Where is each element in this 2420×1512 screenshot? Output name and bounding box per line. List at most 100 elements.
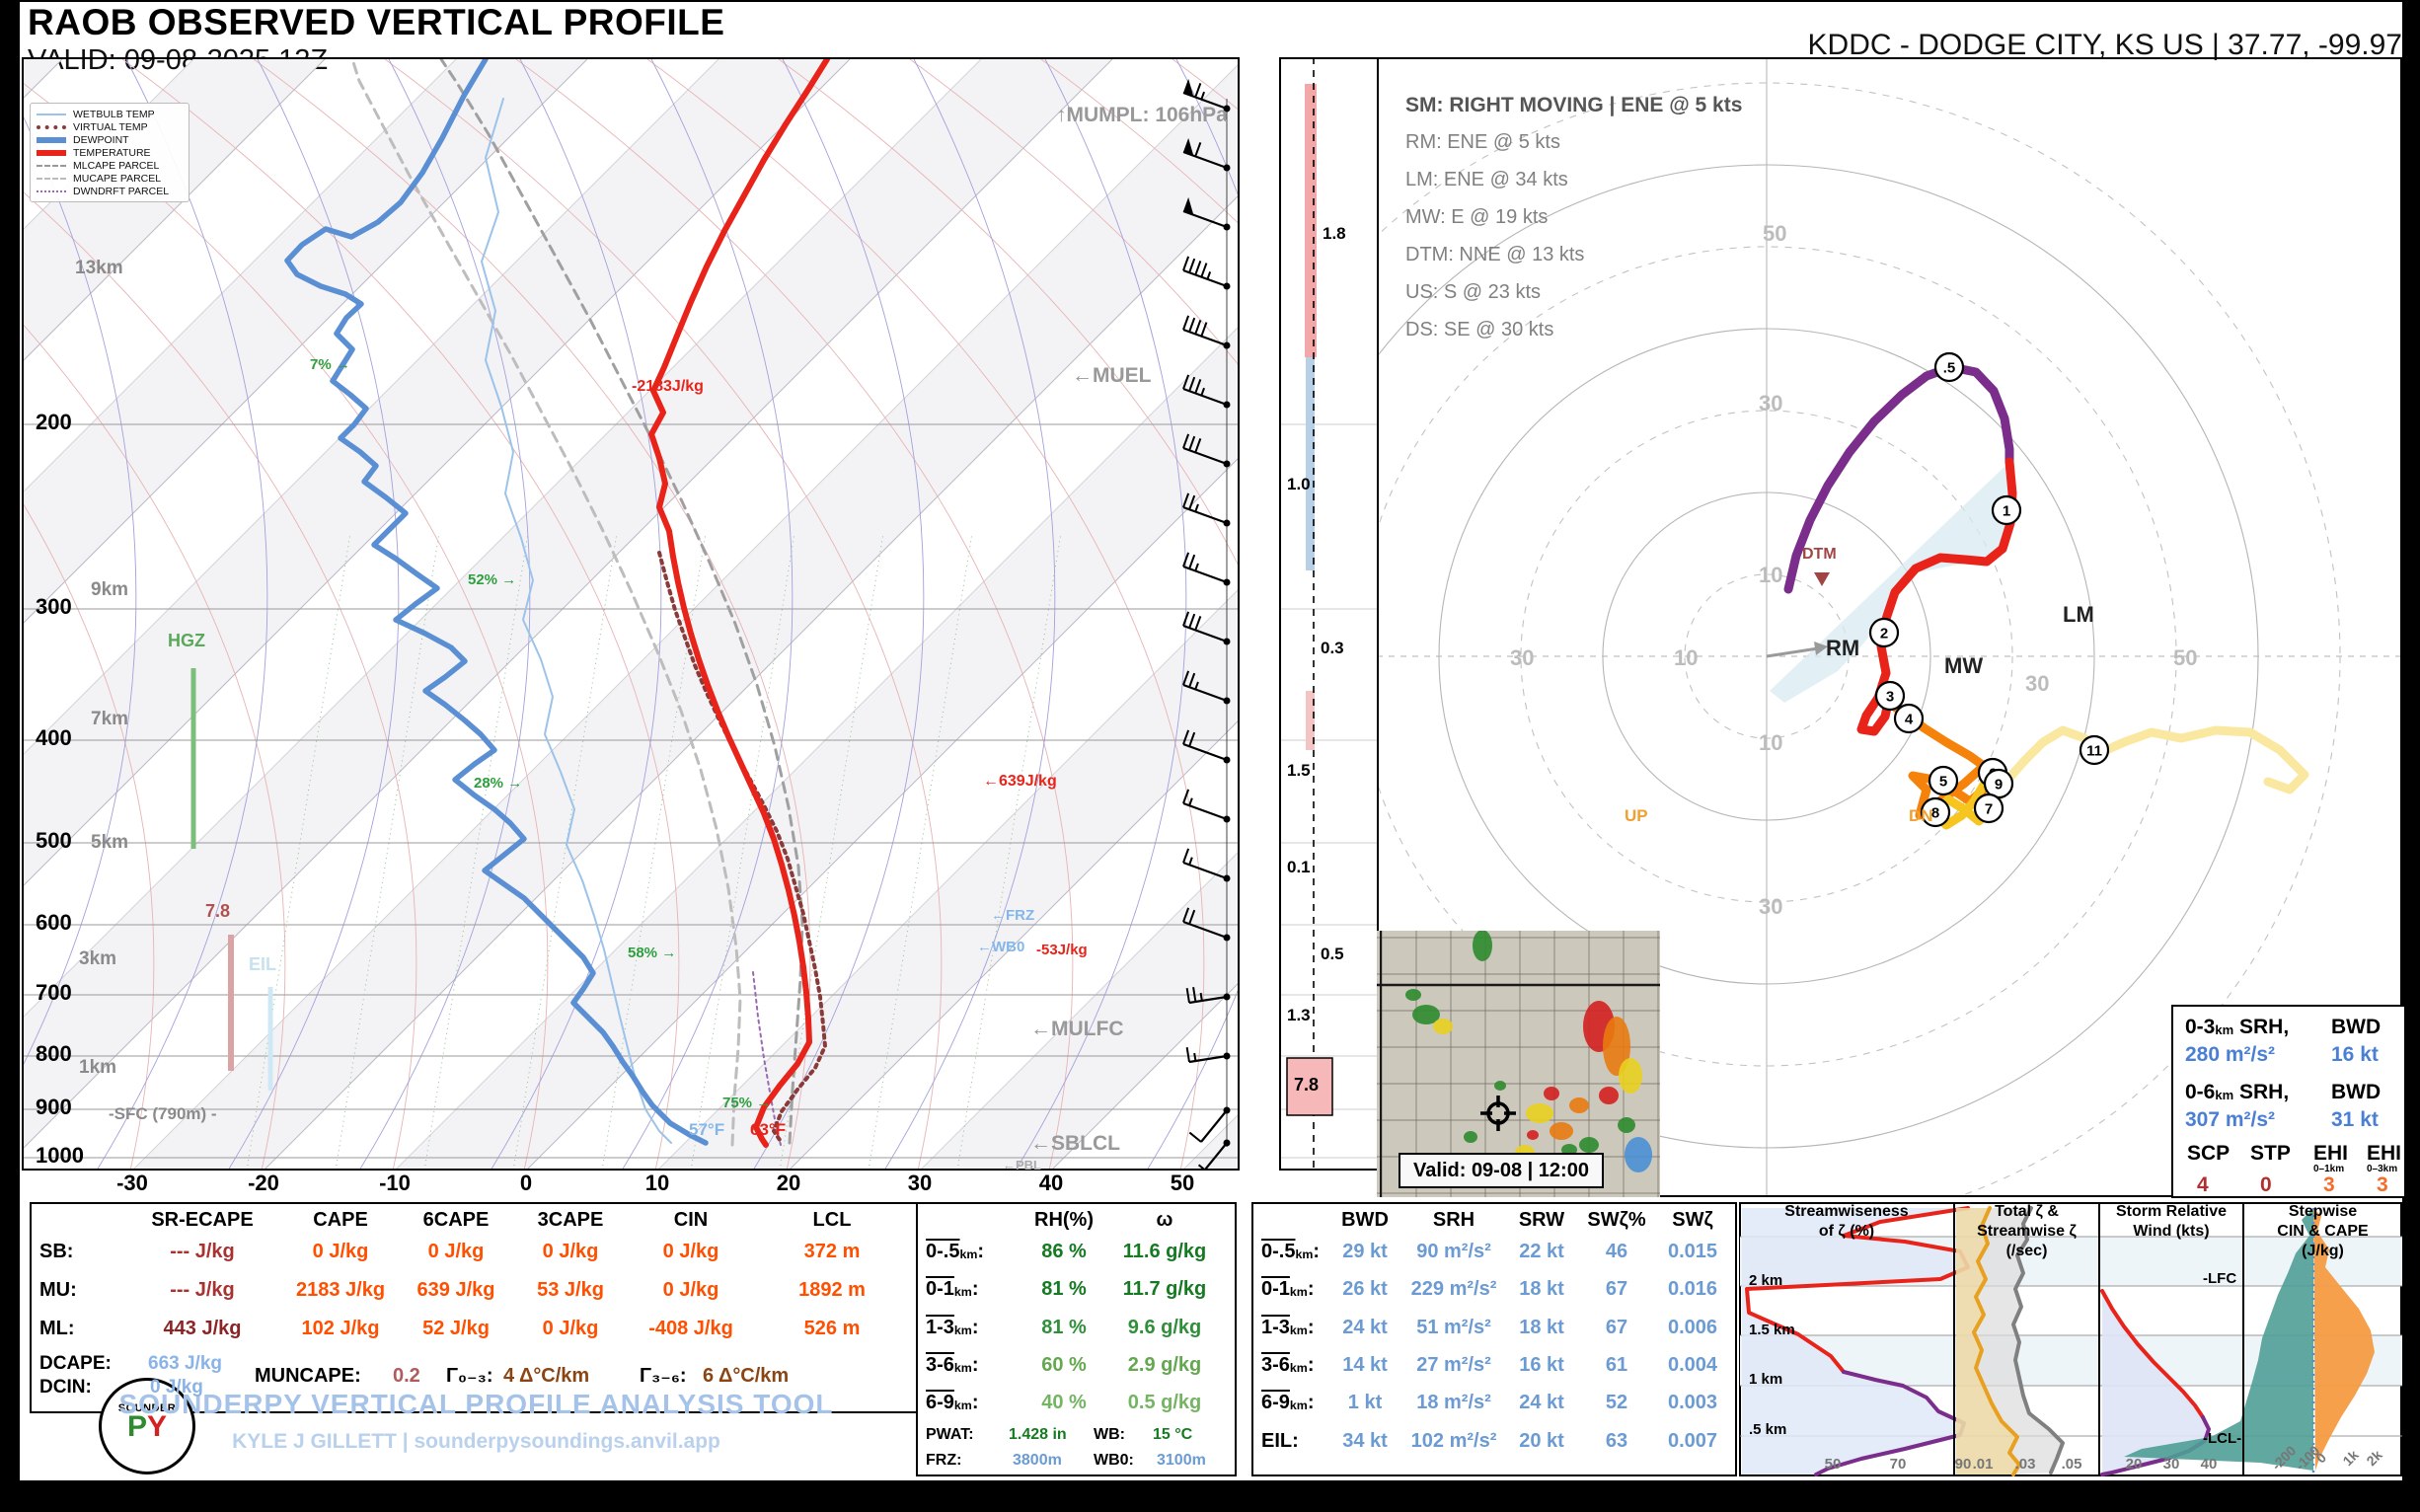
moisture-row-label: 1-3km:: [926, 1318, 979, 1338]
skewt-annotation: 75% →: [722, 1096, 771, 1111]
kin-col-header: SWζ%: [1587, 1210, 1645, 1231]
chart-side-label: -LFC: [2203, 1271, 2236, 1287]
kin-cell: 1 kt: [1348, 1393, 1382, 1413]
thermo-cell: 0 J/kg: [313, 1242, 369, 1262]
hodo-motion-label-rm: RM: [1826, 638, 1859, 660]
pressure-tick-label: 1000: [36, 1145, 84, 1168]
legend-item: DWNDRFT PARCEL: [37, 185, 183, 197]
rh-cell: 86 %: [1041, 1242, 1087, 1262]
radar-echo: [1544, 1087, 1559, 1100]
pressure-tick-label: 200: [36, 412, 72, 434]
kin-cell: 20 kt: [1519, 1431, 1564, 1452]
skewt-annotation: 52% →: [468, 572, 516, 588]
srh03-value: 280 m²/s²: [2185, 1044, 2275, 1066]
thermo-cell: 0 J/kg: [663, 1280, 719, 1301]
skewt-panel-border: [22, 57, 1240, 1171]
thermo-cell: 102 J/kg: [302, 1319, 380, 1339]
index-value: 3: [2323, 1174, 2335, 1196]
radar-echo: [1433, 1019, 1453, 1034]
muncape-label: MUNCAPE:: [255, 1366, 361, 1387]
legend-item: MUCAPE PARCEL: [37, 172, 183, 185]
hodo-ring-label: 30: [1510, 647, 1534, 670]
pressure-tick-label: 800: [36, 1043, 72, 1066]
storm-motion-text-line: RM: ENE @ 5 kts: [1405, 132, 1560, 153]
kin-cell: 0.006: [1668, 1318, 1717, 1338]
bwd06-header: BWD: [2331, 1082, 2381, 1103]
kin-cell: 0.004: [1668, 1355, 1717, 1376]
thermo-cell: 0 J/kg: [428, 1242, 485, 1262]
skewt-annotation: ←MULFC: [1030, 1019, 1123, 1040]
hodo-ring-label: 30: [1759, 896, 1782, 919]
pwat-label: PWAT:: [926, 1427, 974, 1444]
sfc-label: -SFC (790m) -: [109, 1105, 217, 1123]
strip-label: 0.3: [1321, 640, 1344, 657]
chart-height-label: 2 km: [1749, 1273, 1782, 1289]
hodo-ring-label: 50: [1763, 223, 1786, 246]
thermo-cell: 0 J/kg: [543, 1319, 599, 1339]
strip-label: 0.5: [1321, 945, 1344, 963]
legend-sample-mlcape: [37, 165, 66, 167]
height-label: 3km: [79, 949, 116, 969]
moisture-row-label: 6-9km:: [926, 1393, 979, 1413]
rh-cell: 81 %: [1041, 1279, 1087, 1300]
temp-tick-label: 50: [1171, 1172, 1194, 1195]
strip-label: 1.3: [1287, 1007, 1311, 1024]
skewt-annotation: EIL: [249, 955, 276, 974]
kin-cell: 51 m²/s²: [1416, 1318, 1491, 1338]
thermo-cell: --- J/kg: [170, 1242, 235, 1262]
kin-cell: 229 m²/s²: [1411, 1279, 1497, 1300]
kin-cell: 18 kt: [1519, 1279, 1564, 1300]
legend-sample-virtual: [37, 125, 66, 129]
index-header-stp1: STP: [2250, 1143, 2291, 1165]
chart-x-tick: 70: [1890, 1457, 1907, 1473]
skewt-annotation: -2183J/kg: [632, 379, 704, 396]
bwd03-value: 16 kt: [2331, 1044, 2379, 1066]
legend-label: MLCAPE PARCEL: [73, 160, 159, 172]
kin-cell: 34 kt: [1342, 1431, 1388, 1452]
dcape-label: DCAPE:: [39, 1354, 112, 1374]
storm-motion-text-line: DTM: NNE @ 13 kts: [1405, 245, 1584, 265]
page-title: RAOB OBSERVED VERTICAL PROFILE: [28, 4, 724, 41]
thermo-cell: 639 J/kg: [417, 1280, 495, 1301]
chart-title-line: Streamwise ζ: [1977, 1224, 2077, 1241]
bwd06-value: 31 kt: [2331, 1109, 2379, 1131]
radar-valid-text: Valid: 09-08 | 12:00: [1413, 1160, 1589, 1181]
legend-label: DWNDRFT PARCEL: [73, 186, 169, 197]
skewt-annotation: ←SBLCL: [1030, 1133, 1120, 1155]
radar-echo: [1625, 1137, 1652, 1172]
skewt-annotation: -53J/kg: [1036, 943, 1088, 958]
rh-cell: 60 %: [1041, 1355, 1087, 1376]
kin-cell: 61: [1606, 1355, 1627, 1376]
wb0-value: 3100m: [1157, 1453, 1206, 1470]
thermo-cell: 0 J/kg: [663, 1242, 719, 1262]
moisture-row-label: 3-6km:: [926, 1355, 979, 1376]
bwd03-header: BWD: [2331, 1017, 2381, 1038]
kin-col-header: BWD: [1341, 1210, 1389, 1231]
kin-cell: 24 kt: [1519, 1393, 1564, 1413]
moisture-row-label: 0-.5km:: [926, 1242, 984, 1262]
kin-cell: 63: [1606, 1431, 1627, 1452]
temp-tick-label: -10: [379, 1172, 411, 1195]
chart-title-line: Streamwiseness: [1784, 1204, 1908, 1221]
legend-label: VIRTUAL TEMP: [73, 121, 148, 133]
kin-cell: 67: [1606, 1279, 1627, 1300]
index-value: 3: [2377, 1174, 2388, 1196]
temp-tick-label: 10: [645, 1172, 669, 1195]
kin-cell: 29 kt: [1342, 1242, 1388, 1262]
footer-subtitle: KYLE J GILLETT | sounderpysoundings.anvi…: [30, 1431, 923, 1453]
kin-col-header: SRW: [1519, 1210, 1564, 1231]
temp-tick-label: -30: [116, 1172, 148, 1195]
chart-title-line: (/sec): [2006, 1244, 2048, 1260]
skewt-annotation: 7% →: [310, 357, 350, 373]
station-title: KDDC - DODGE CITY, KS US | 37.77, -99.97: [1808, 30, 2402, 60]
hodo-ring-label: 10: [1674, 647, 1698, 670]
omega-cell: 11.6 g/kg: [1123, 1242, 1207, 1262]
kin-cell: 67: [1606, 1318, 1627, 1338]
legend-item: TEMPERATURE: [37, 146, 183, 159]
thermo-cell: 0 J/kg: [543, 1242, 599, 1262]
temp-tick-label: 20: [777, 1172, 800, 1195]
kin-cell: 90 m²/s²: [1416, 1242, 1491, 1262]
skewt-annotation: ←FRZ: [991, 908, 1034, 924]
skewt-annotation: ←MUEL: [1072, 365, 1152, 387]
index-value: 0: [2260, 1174, 2272, 1196]
